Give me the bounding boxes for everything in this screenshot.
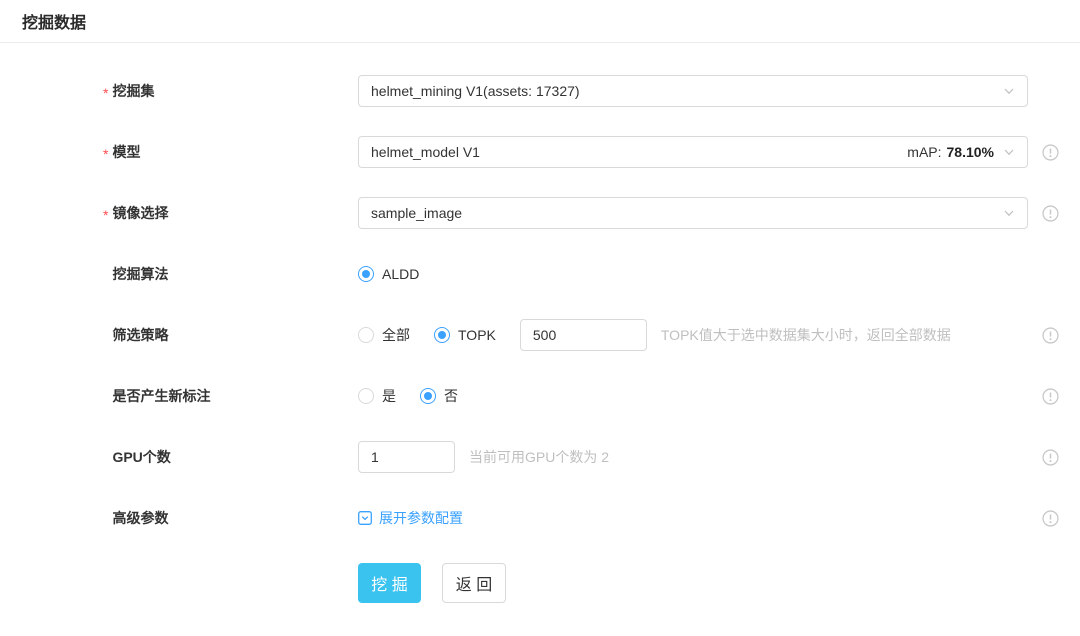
form-row-new-label: * 是否产生新标注 是 否 bbox=[0, 380, 1080, 412]
page-title: 挖掘数据 bbox=[22, 13, 1058, 35]
model-select[interactable]: helmet_model V1 mAP: 78.10% bbox=[358, 136, 1028, 168]
map-label: mAP: bbox=[907, 144, 941, 160]
topk-input[interactable] bbox=[520, 319, 647, 351]
radio-aldd-label: ALDD bbox=[382, 266, 419, 282]
radio-icon bbox=[420, 388, 436, 404]
gpu-input[interactable] bbox=[358, 441, 455, 473]
gpu-hint: 当前可用GPU个数为 2 bbox=[469, 447, 609, 467]
form-actions: 挖 掘 返 回 bbox=[358, 563, 1080, 603]
radio-topk[interactable]: TOPK bbox=[434, 327, 496, 343]
info-icon bbox=[1042, 327, 1059, 344]
image-select[interactable]: sample_image bbox=[358, 197, 1028, 229]
radio-yes[interactable]: 是 bbox=[358, 386, 396, 406]
page-header: 挖掘数据 bbox=[0, 0, 1080, 35]
model-value: helmet_model V1 bbox=[371, 144, 907, 160]
mine-button[interactable]: 挖 掘 bbox=[358, 563, 421, 603]
topk-hint: TOPK值大于选中数据集大小时，返回全部数据 bbox=[661, 325, 951, 345]
strategy-label: 筛选策略 bbox=[112, 325, 168, 345]
form-row-gpu: * GPU个数 当前可用GPU个数为 2 bbox=[0, 441, 1080, 473]
radio-icon bbox=[358, 266, 374, 282]
mining-set-label: 挖掘集 bbox=[112, 81, 154, 101]
radio-no[interactable]: 否 bbox=[420, 386, 458, 406]
radio-icon bbox=[434, 327, 450, 343]
chevron-down-icon bbox=[1003, 146, 1015, 158]
radio-aldd[interactable]: ALDD bbox=[358, 266, 419, 282]
algorithm-label: 挖掘算法 bbox=[112, 264, 168, 284]
new-label-label: 是否产生新标注 bbox=[112, 386, 210, 406]
form-row-algorithm: * 挖掘算法 ALDD bbox=[0, 258, 1080, 290]
mining-form: * 挖掘集 helmet_mining V1(assets: 17327) * … bbox=[0, 43, 1080, 603]
required-asterisk: * bbox=[103, 144, 108, 161]
model-label: 模型 bbox=[112, 142, 140, 162]
radio-yes-label: 是 bbox=[382, 386, 396, 406]
info-icon bbox=[1042, 388, 1059, 405]
advanced-label: 高级参数 bbox=[112, 508, 168, 528]
form-row-strategy: * 筛选策略 全部 TOPK TOPK值大于选中数据集大小时，返回全部数据 bbox=[0, 319, 1080, 351]
radio-icon bbox=[358, 388, 374, 404]
image-value: sample_image bbox=[371, 205, 1003, 221]
mining-set-value: helmet_mining V1(assets: 17327) bbox=[371, 83, 1003, 99]
radio-all[interactable]: 全部 bbox=[358, 325, 410, 345]
back-button[interactable]: 返 回 bbox=[442, 563, 506, 603]
expand-params-label: 展开参数配置 bbox=[379, 508, 463, 528]
chevron-down-icon bbox=[1003, 85, 1015, 97]
down-square-icon bbox=[358, 511, 372, 525]
radio-no-label: 否 bbox=[444, 386, 458, 406]
form-row-model: * 模型 helmet_model V1 mAP: 78.10% bbox=[0, 136, 1080, 168]
radio-all-label: 全部 bbox=[382, 325, 410, 345]
required-asterisk: * bbox=[103, 83, 108, 100]
required-asterisk: * bbox=[103, 205, 108, 222]
info-icon bbox=[1042, 510, 1059, 527]
info-icon bbox=[1042, 144, 1059, 161]
image-label: 镜像选择 bbox=[112, 203, 168, 223]
expand-params-link[interactable]: 展开参数配置 bbox=[358, 508, 463, 528]
radio-topk-label: TOPK bbox=[458, 327, 496, 343]
form-row-mining-set: * 挖掘集 helmet_mining V1(assets: 17327) bbox=[0, 75, 1080, 107]
chevron-down-icon bbox=[1003, 207, 1015, 219]
form-row-image: * 镜像选择 sample_image bbox=[0, 197, 1080, 229]
map-value: 78.10% bbox=[947, 144, 994, 160]
gpu-label: GPU个数 bbox=[112, 447, 170, 467]
info-icon bbox=[1042, 449, 1059, 466]
mining-set-select[interactable]: helmet_mining V1(assets: 17327) bbox=[358, 75, 1028, 107]
radio-icon bbox=[358, 327, 374, 343]
form-row-advanced: * 高级参数 展开参数配置 bbox=[0, 502, 1080, 534]
info-icon bbox=[1042, 205, 1059, 222]
